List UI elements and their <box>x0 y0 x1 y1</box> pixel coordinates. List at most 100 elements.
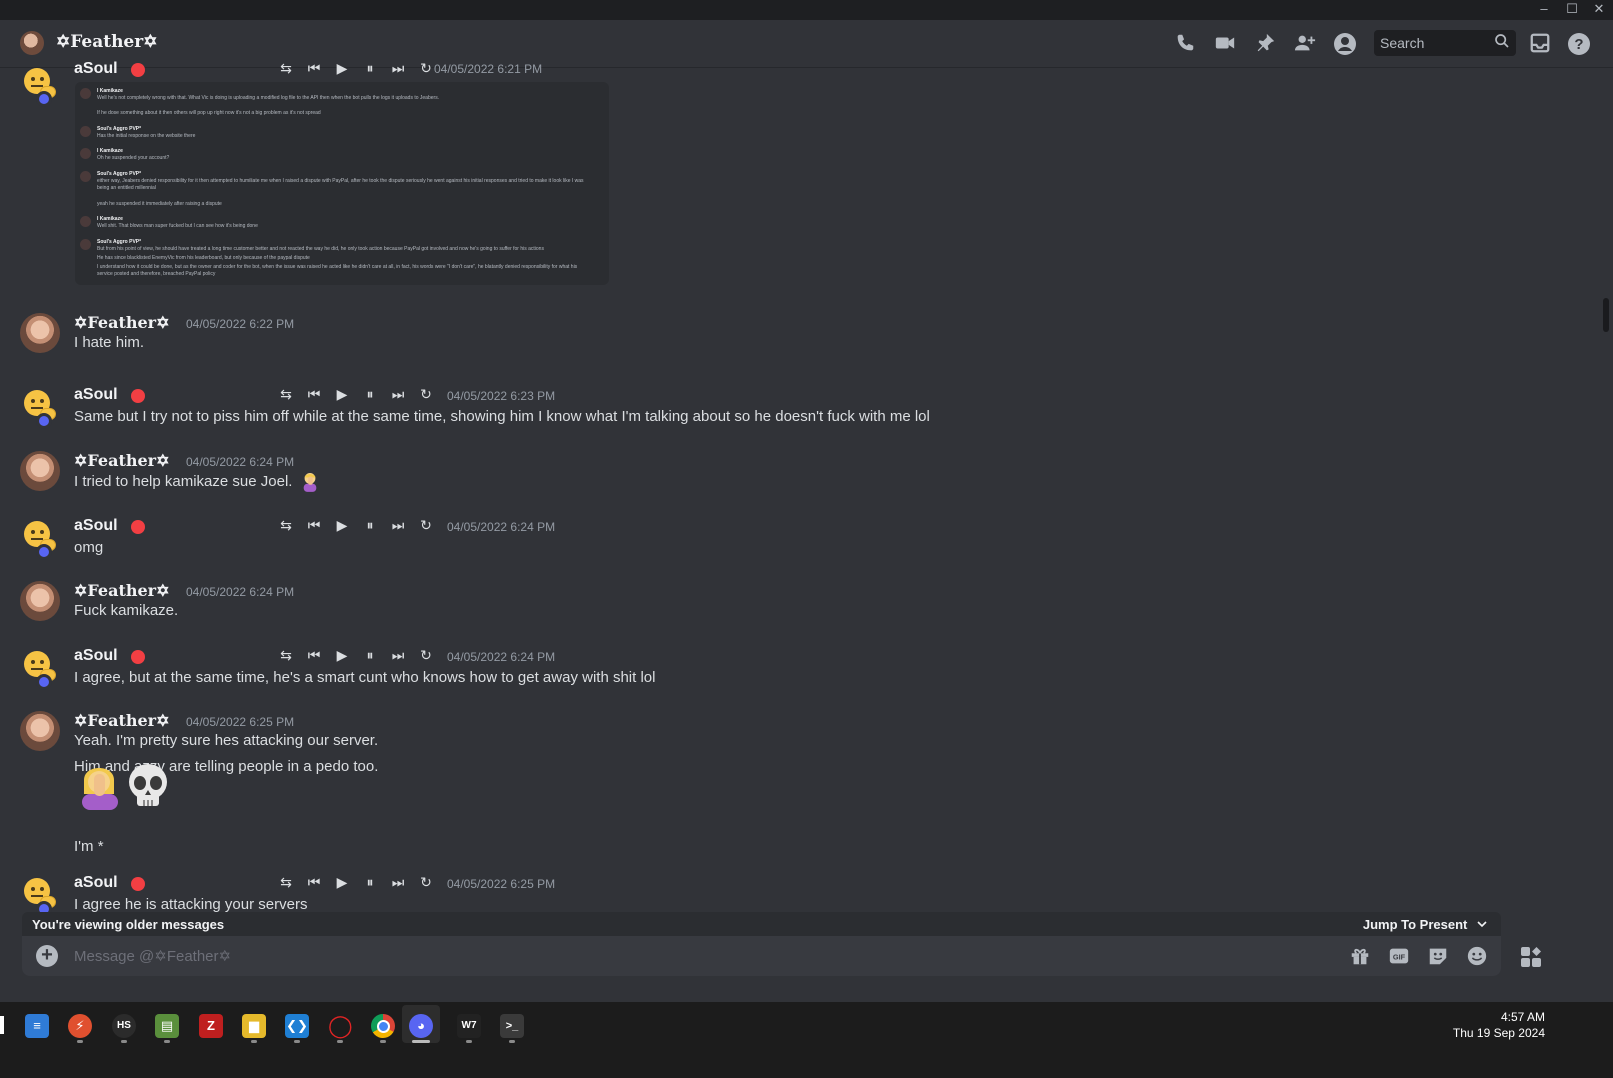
timestamp: 04/05/2022 6:23 PM <box>447 389 556 403</box>
dm-avatar[interactable] <box>20 31 44 55</box>
avatar[interactable] <box>20 517 60 560</box>
embed-author: l Kamikaze <box>97 148 123 154</box>
inbox-icon[interactable] <box>1527 32 1553 56</box>
play-icon[interactable]: ▶ <box>328 517 356 534</box>
profile-icon[interactable] <box>1332 32 1358 56</box>
repeat-icon[interactable]: ↻ <box>412 386 440 403</box>
repeat-icon[interactable]: ↻ <box>412 874 440 891</box>
archive-app-icon[interactable]: ⚡ <box>68 1014 92 1038</box>
author-name[interactable]: ✡Feather✡ <box>74 313 169 332</box>
avatar[interactable] <box>20 711 60 751</box>
vscode-app-icon[interactable]: ❮❯ <box>285 1014 309 1038</box>
author-name[interactable]: aSoul <box>74 517 118 535</box>
avatar[interactable] <box>20 451 60 491</box>
play-icon[interactable]: ▶ <box>328 386 356 403</box>
notepad-app-icon[interactable]: ≡ <box>25 1014 49 1038</box>
next-icon[interactable]: ⏭ <box>384 386 412 403</box>
next-icon[interactable]: ⏭ <box>384 60 412 77</box>
emoji-icon[interactable] <box>1465 945 1489 967</box>
previous-icon[interactable]: ⏮ <box>300 874 328 891</box>
filezilla-app-icon[interactable]: Z <box>199 1014 223 1038</box>
message-text: omg <box>74 539 104 556</box>
search-input[interactable]: Search <box>1374 30 1516 56</box>
message-text: I'm * <box>74 838 104 855</box>
dm-title[interactable]: ✡Feather✡ <box>56 32 157 52</box>
screenshot-attachment[interactable]: l Kamikaze Well he's not completely wron… <box>75 82 609 285</box>
sticker-icon[interactable] <box>1426 945 1450 967</box>
timestamp: 04/05/2022 6:24 PM <box>447 650 556 664</box>
file-explorer-app-icon[interactable]: ▆ <box>242 1014 266 1038</box>
opera-app-icon[interactable]: ◯ <box>328 1014 353 1038</box>
embed-author: l Kamikaze <box>97 216 123 222</box>
scrollbar-thumb[interactable] <box>1603 298 1609 332</box>
minimize-button[interactable]: – <box>1530 0 1558 20</box>
discord-app-icon[interactable]: ◕ <box>409 1014 433 1038</box>
previous-icon[interactable]: ⏮ <box>300 647 328 664</box>
next-icon[interactable]: ⏭ <box>384 647 412 664</box>
shuffle-icon[interactable]: ⇆ <box>272 647 300 664</box>
play-icon[interactable]: ▶ <box>328 60 356 77</box>
previous-icon[interactable]: ⏮ <box>300 60 328 77</box>
avatar[interactable] <box>20 874 60 917</box>
media-controls: ⇆ ⏮ ▶ ⏸ ⏭ ↻ <box>272 647 440 664</box>
repeat-icon[interactable]: ↻ <box>412 517 440 534</box>
running-indicator <box>121 1040 127 1043</box>
avatar[interactable] <box>20 386 60 429</box>
spreadsheet-app-icon[interactable]: ▤ <box>155 1014 179 1038</box>
pause-icon[interactable]: ⏸ <box>356 517 384 534</box>
pause-icon[interactable]: ⏸ <box>356 874 384 891</box>
hs-app-icon[interactable]: HS <box>112 1014 136 1038</box>
author-name[interactable]: aSoul <box>74 647 118 665</box>
embed-text: Has the initial response on the website … <box>97 133 196 139</box>
help-icon[interactable]: ? <box>1566 32 1592 56</box>
embed-text: I understand how it could be done, but a… <box>97 264 578 270</box>
avatar[interactable] <box>20 647 60 690</box>
next-icon[interactable]: ⏭ <box>384 517 412 534</box>
play-icon[interactable]: ▶ <box>328 874 356 891</box>
jump-to-present-button[interactable]: Jump To Present <box>1363 917 1487 932</box>
author-name[interactable]: ✡Feather✡ <box>74 581 169 600</box>
wtf-app-icon[interactable]: W7 <box>457 1014 481 1038</box>
author-name[interactable]: ✡Feather✡ <box>74 451 169 470</box>
next-icon[interactable]: ⏭ <box>384 874 412 891</box>
search-icon <box>1494 33 1510 54</box>
avatar[interactable] <box>20 581 60 621</box>
previous-icon[interactable]: ⏮ <box>300 517 328 534</box>
pause-icon[interactable]: ⏸ <box>356 647 384 664</box>
pause-icon[interactable]: ⏸ <box>356 386 384 403</box>
shuffle-icon[interactable]: ⇆ <box>272 874 300 891</box>
apps-icon[interactable] <box>1518 945 1544 969</box>
author-name[interactable]: aSoul <box>74 386 118 404</box>
gif-icon[interactable]: GIF <box>1387 945 1411 967</box>
timestamp: 04/05/2022 6:25 PM <box>186 715 295 729</box>
previous-icon[interactable]: ⏮ <box>300 386 328 403</box>
chrome-app-icon[interactable] <box>371 1014 395 1038</box>
phone-icon[interactable] <box>1172 32 1198 56</box>
add-member-icon[interactable] <box>1292 32 1318 56</box>
author-name[interactable]: aSoul <box>74 874 118 892</box>
message-input[interactable]: Message @✡Feather✡ <box>74 947 231 965</box>
terminal-app-icon[interactable]: >_ <box>500 1014 524 1038</box>
repeat-icon[interactable]: ↻ <box>412 647 440 664</box>
dnd-status-icon <box>131 650 145 664</box>
pin-icon[interactable] <box>1252 32 1278 56</box>
video-icon[interactable] <box>1212 32 1238 56</box>
embed-author: Soul's Aggro PVP* <box>97 126 142 132</box>
play-icon[interactable]: ▶ <box>328 647 356 664</box>
avatar[interactable] <box>20 64 60 107</box>
shuffle-icon[interactable]: ⇆ <box>272 60 300 77</box>
close-button[interactable]: ✕ <box>1585 0 1613 20</box>
shuffle-icon[interactable]: ⇆ <box>272 386 300 403</box>
add-attachment-button[interactable]: + <box>36 945 58 967</box>
gift-icon[interactable] <box>1348 945 1372 967</box>
author-name[interactable]: ✡Feather✡ <box>74 711 169 730</box>
message-text: I tried to help kamikaze sue Joel. <box>74 472 319 492</box>
avatar[interactable] <box>20 313 60 353</box>
clock-time[interactable]: 4:57 AM <box>1501 1010 1545 1024</box>
pause-icon[interactable]: ⏸ <box>356 60 384 77</box>
maximize-button[interactable]: ☐ <box>1558 0 1586 20</box>
timestamp: 04/05/2022 6:22 PM <box>186 317 295 331</box>
author-name[interactable]: aSoul <box>74 60 118 78</box>
shuffle-icon[interactable]: ⇆ <box>272 517 300 534</box>
clock-date[interactable]: Thu 19 Sep 2024 <box>1453 1026 1545 1040</box>
